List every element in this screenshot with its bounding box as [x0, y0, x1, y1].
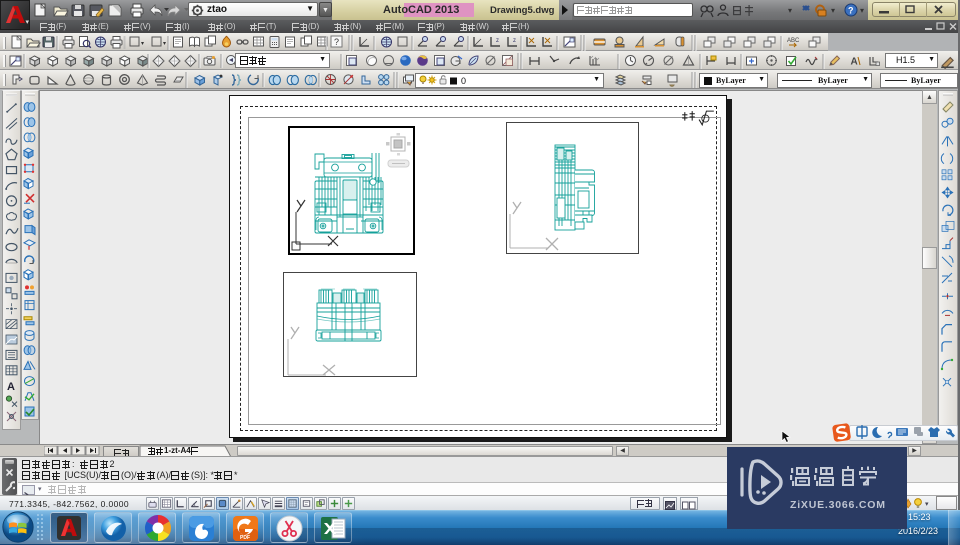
svg-text:?: ?: [334, 37, 339, 47]
svg-text:▾: ▾: [163, 41, 166, 47]
svg-text:?: ?: [848, 6, 854, 16]
svg-text:PDF: PDF: [240, 535, 250, 541]
svg-text:A: A: [7, 381, 15, 393]
svg-text:▾: ▾: [788, 6, 792, 15]
svg-text:z: z: [496, 38, 499, 44]
svg-text:z: z: [513, 38, 516, 44]
svg-text:▾: ▾: [925, 501, 929, 508]
svg-text:ZiXUE.3066.COM: ZiXUE.3066.COM: [790, 499, 886, 511]
svg-text:A: A: [851, 57, 858, 68]
svg-text:ABC: ABC: [787, 38, 800, 44]
svg-text:0: 0: [461, 76, 466, 86]
svg-text:▾: ▾: [141, 41, 144, 47]
svg-text:▾: ▾: [831, 6, 835, 15]
svg-text:▾: ▾: [860, 6, 864, 15]
